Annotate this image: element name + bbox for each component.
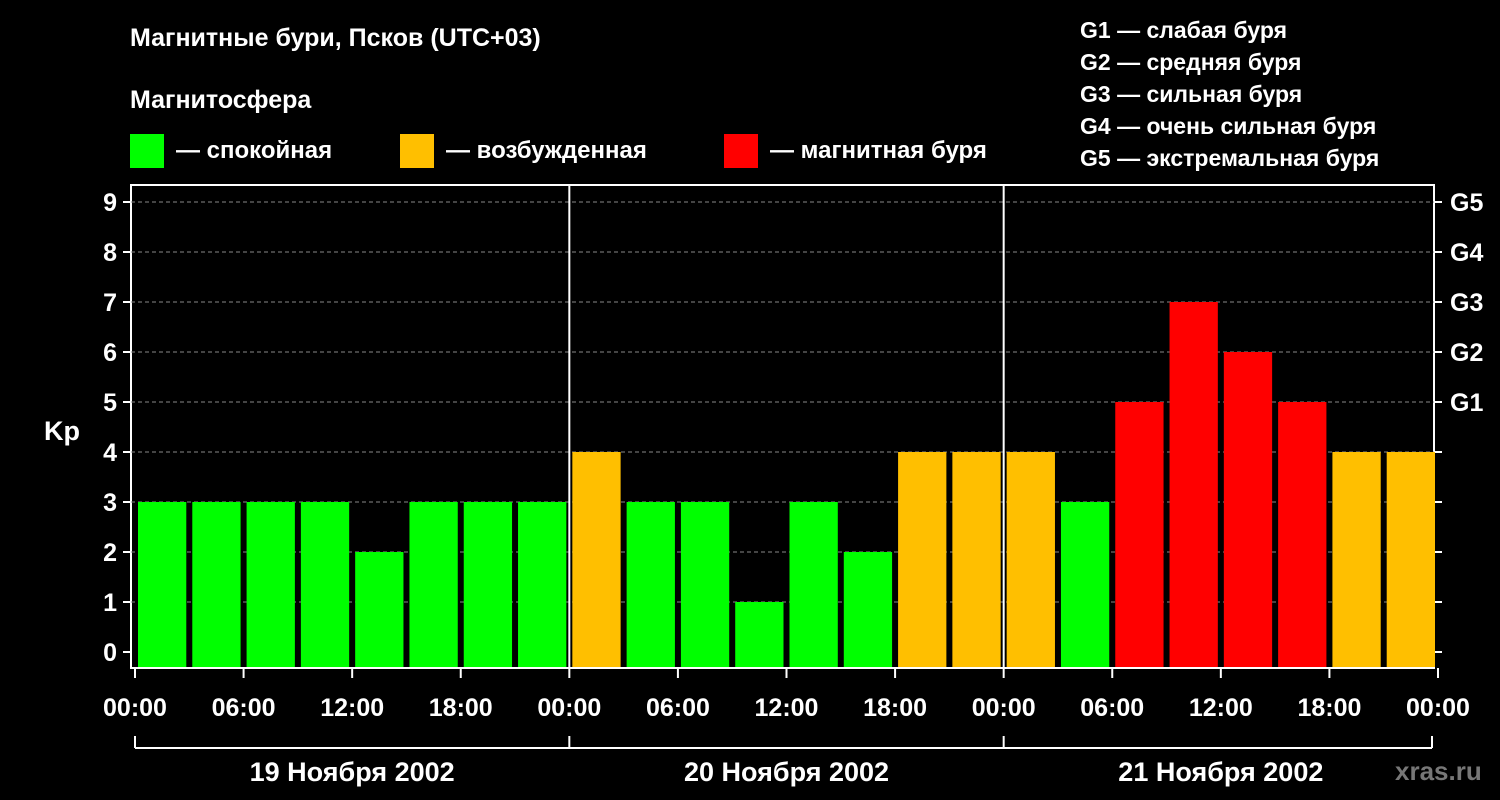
y-tick-label: 8 (103, 239, 117, 267)
x-tick-label: 12:00 (1189, 694, 1253, 722)
y-tick-label: 2 (103, 539, 117, 567)
kp-bar (735, 602, 784, 667)
x-tick-label: 00:00 (103, 694, 167, 722)
kp-bar (246, 502, 295, 667)
kp-bar (898, 452, 947, 667)
x-tick-label: 18:00 (1297, 694, 1361, 722)
kp-bar-chart: 0 1 2 3 4 5 6 7 8 9 Kp G1 G2 G3 G4 G5 00:00 06:00 12:00 18:… (44, 184, 1483, 787)
kp-bar (1332, 452, 1381, 667)
y-tick-label: 7 (103, 289, 117, 317)
day-label: 19 Ноября 2002 (250, 757, 455, 787)
kp-bar (952, 452, 1001, 667)
g-scale-label: G4 (1450, 239, 1483, 267)
x-tick-label: 18:00 (863, 694, 927, 722)
day-label: 20 Ноября 2002 (684, 757, 889, 787)
x-tick-label: 06:00 (1080, 694, 1144, 722)
kp-bar (518, 502, 567, 667)
kp-bar (409, 502, 458, 667)
y-tick-label: 4 (103, 439, 117, 467)
kp-bar (463, 502, 513, 667)
g-scale-label: G5 (1450, 189, 1483, 217)
g-scale-label: G1 (1450, 389, 1483, 417)
x-tick-label: 00:00 (537, 694, 601, 722)
watermark: xras.ru (1395, 756, 1482, 786)
kp-bar (843, 552, 893, 667)
y-tick-label: 6 (103, 339, 117, 367)
g-scale-label: G3 (1450, 289, 1483, 317)
y-tick-label: 0 (103, 639, 117, 667)
y-tick-label: 1 (103, 589, 117, 617)
kp-bar (1223, 352, 1273, 667)
kp-bar (192, 502, 241, 667)
kp-bar (1386, 452, 1435, 667)
kp-bar (789, 502, 838, 667)
kp-bar (1115, 402, 1164, 667)
kp-bar (1006, 452, 1055, 667)
kp-bar (626, 502, 675, 667)
x-tick-label: 00:00 (1406, 694, 1470, 722)
day-label: 21 Ноября 2002 (1118, 757, 1323, 787)
x-tick-label: 12:00 (320, 694, 384, 722)
kp-bar (1278, 402, 1327, 667)
x-tick-label: 06:00 (646, 694, 710, 722)
kp-bar (572, 452, 621, 667)
kp-bar (680, 502, 730, 667)
y-tick-label: 9 (103, 189, 117, 217)
y-axis-label: Kp (44, 416, 80, 446)
y-tick-label: 3 (103, 489, 117, 517)
kp-bar (300, 502, 350, 667)
x-tick-label: 12:00 (755, 694, 819, 722)
kp-bar (1060, 502, 1110, 667)
kp-bar (1169, 302, 1218, 667)
x-tick-label: 00:00 (972, 694, 1036, 722)
kp-bar (355, 552, 404, 667)
kp-bar (138, 502, 187, 667)
x-tick-label: 18:00 (429, 694, 493, 722)
y-tick-label: 5 (103, 389, 117, 417)
g-scale-label: G2 (1450, 339, 1483, 367)
x-tick-label: 06:00 (212, 694, 276, 722)
